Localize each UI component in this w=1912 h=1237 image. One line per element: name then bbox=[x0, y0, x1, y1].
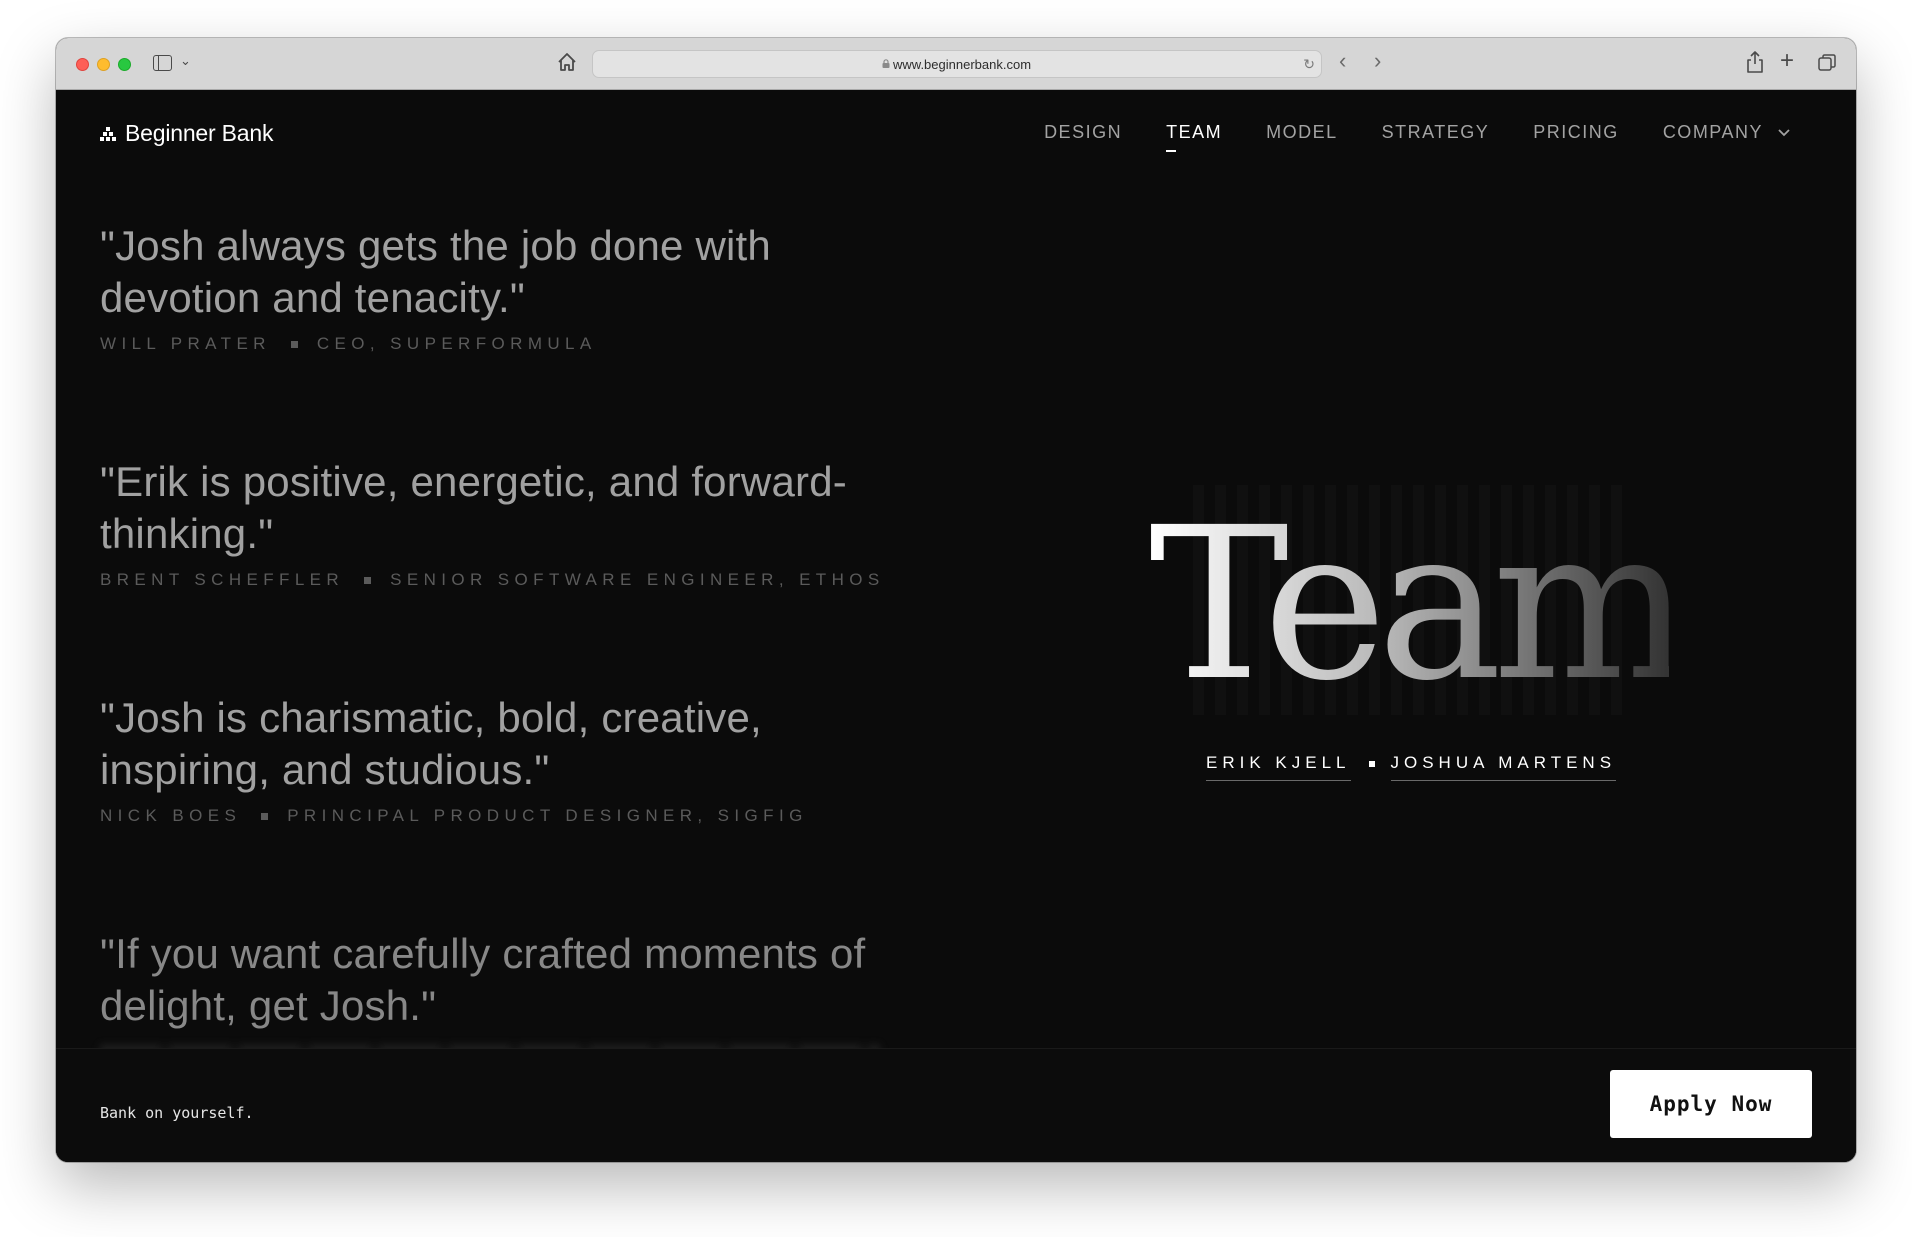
team-title-text: Team bbox=[1149, 485, 1669, 715]
testimonial-role: PRINCIPAL PRODUCT DESIGNER, SIGFIG bbox=[287, 806, 808, 825]
nav-company[interactable]: COMPANY bbox=[1663, 122, 1763, 143]
apply-now-button[interactable]: Apply Now bbox=[1610, 1070, 1812, 1138]
testimonial-attribution: BRENT SCHEFFLER SENIOR SOFTWARE ENGINEER… bbox=[100, 570, 920, 590]
testimonial-item: "If you want carefully crafted moments o… bbox=[100, 928, 920, 1032]
bullet-separator bbox=[364, 576, 372, 584]
main-nav: DESIGN TEAM MODEL STRATEGY PRICING COMPA… bbox=[1000, 122, 1791, 152]
sidebar-toggle-icon[interactable] bbox=[153, 55, 172, 71]
chevron-down-icon[interactable] bbox=[1777, 128, 1791, 137]
nav-pricing[interactable]: PRICING bbox=[1533, 122, 1619, 143]
zoom-window-button[interactable] bbox=[118, 58, 131, 71]
close-window-button[interactable] bbox=[76, 58, 89, 71]
testimonial-author: NICK BOES bbox=[100, 806, 242, 825]
bullet-separator bbox=[290, 340, 298, 348]
team-heading: Team bbox=[1149, 485, 1669, 715]
testimonial-item: "Josh always gets the job done with devo… bbox=[100, 220, 920, 354]
tab-overview-icon[interactable] bbox=[1818, 54, 1836, 72]
testimonial-attribution: WILL PRATER CEO, SUPERFORMULA bbox=[100, 334, 920, 354]
brand-logo[interactable]: Beginner Bank bbox=[100, 120, 273, 147]
window-controls bbox=[76, 58, 131, 71]
team-member-link[interactable]: ERIK KJELL bbox=[1206, 753, 1351, 781]
address-bar[interactable]: www.beginnerbank.com ↻ bbox=[592, 50, 1322, 78]
reload-icon[interactable]: ↻ bbox=[1303, 56, 1315, 73]
browser-window: ⌄ www.beginnerbank.com ↻ ‹ › + Beginner … bbox=[56, 38, 1856, 1162]
home-icon[interactable] bbox=[556, 51, 578, 73]
new-tab-icon[interactable]: + bbox=[1780, 47, 1794, 75]
bullet-separator bbox=[1368, 761, 1375, 767]
share-icon[interactable] bbox=[1745, 50, 1765, 74]
forward-arrow-icon[interactable]: › bbox=[1374, 48, 1381, 74]
nav-model[interactable]: MODEL bbox=[1266, 122, 1338, 143]
testimonial-quote: "If you want carefully crafted moments o… bbox=[100, 930, 866, 1029]
team-member-link[interactable]: JOSHUA MARTENS bbox=[1390, 753, 1617, 781]
back-arrow-icon[interactable]: ‹ bbox=[1339, 48, 1346, 74]
brand-name: Beginner Bank bbox=[125, 120, 274, 146]
team-members: ERIK KJELL JOSHUA MARTENS bbox=[1206, 753, 1617, 781]
testimonial-quote: "Erik is positive, energetic, and forwar… bbox=[100, 458, 847, 557]
testimonial-author: WILL PRATER bbox=[100, 334, 271, 353]
testimonial-quote: "Josh always gets the job done with devo… bbox=[100, 222, 771, 321]
url-text: www.beginnerbank.com bbox=[893, 57, 1032, 72]
testimonial-quote: "Josh is charismatic, bold, creative, in… bbox=[100, 694, 762, 793]
testimonial-role: SENIOR SOFTWARE ENGINEER, ETHOS bbox=[390, 570, 885, 589]
testimonial-item: "Josh is charismatic, bold, creative, in… bbox=[100, 692, 920, 826]
browser-toolbar: ⌄ www.beginnerbank.com ↻ ‹ › + bbox=[56, 38, 1856, 90]
testimonial-attribution: NICK BOES PRINCIPAL PRODUCT DESIGNER, SI… bbox=[100, 806, 920, 826]
nav-team[interactable]: TEAM bbox=[1166, 122, 1222, 152]
nav-strategy[interactable]: STRATEGY bbox=[1382, 122, 1490, 143]
testimonial-role: CEO, SUPERFORMULA bbox=[316, 334, 597, 353]
tagline: Bank on yourself. bbox=[100, 1104, 254, 1122]
bullet-separator bbox=[261, 812, 269, 820]
chevron-down-icon[interactable]: ⌄ bbox=[180, 53, 191, 69]
page-content: Beginner Bank DESIGN TEAM MODEL STRATEGY… bbox=[56, 90, 1856, 1162]
testimonial-author: BRENT SCHEFFLER bbox=[100, 570, 345, 589]
minimize-window-button[interactable] bbox=[97, 58, 110, 71]
footer-bar: Bank on yourself. Apply Now bbox=[56, 1048, 1856, 1162]
testimonial-item: "Erik is positive, energetic, and forwar… bbox=[100, 456, 920, 590]
lock-icon bbox=[882, 59, 890, 68]
bank-logo-icon bbox=[100, 126, 116, 141]
nav-design[interactable]: DESIGN bbox=[1044, 122, 1122, 143]
